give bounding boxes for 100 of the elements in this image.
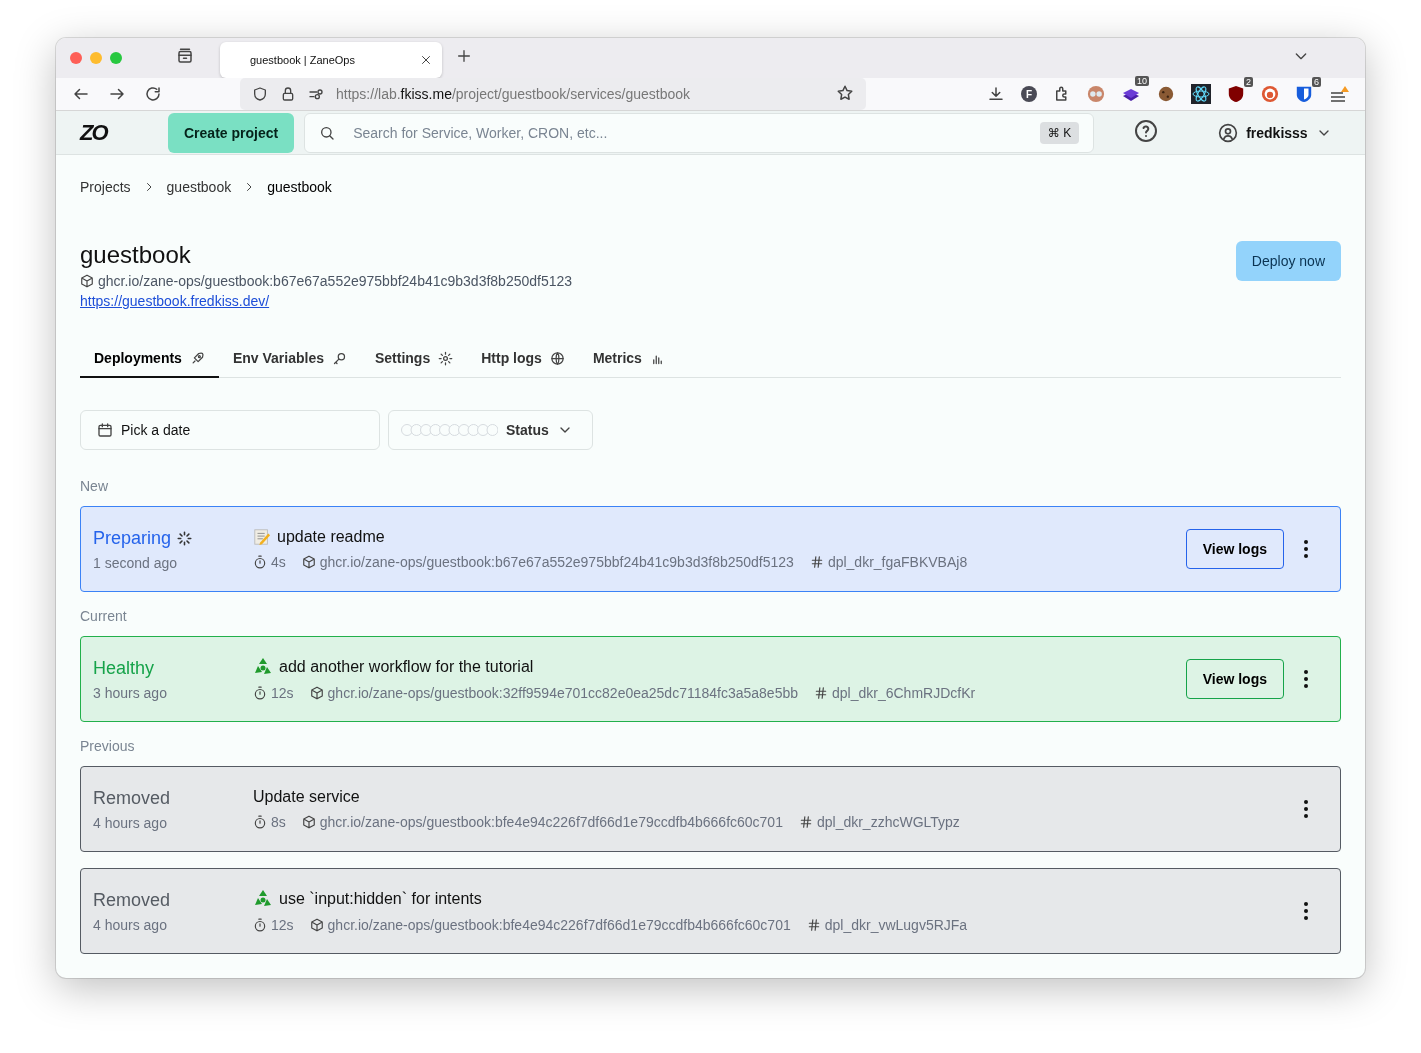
image-name: ghcr.io/zane-ops/guestbook:b67e67a552e975bbf24b41c9b3d3f8b250df5123 (98, 273, 573, 289)
deployment-card[interactable]: Removed 4 hours ago Update service 8s ghcr.io/zane-ops/guestbook:bfe4e94c226f7df66d1e79ccdfb4b666fc60c701 dpl_dkr_zzhcWGLTypz (80, 766, 1341, 852)
tab[interactable]: Env Variables (218, 340, 361, 378)
deployment-status: Removed (93, 889, 171, 911)
more-options-icon[interactable] (1304, 902, 1308, 920)
user-menu[interactable]: fredkisss (1246, 124, 1308, 141)
image-name: ghcr.io/zane-ops/guestbook:bfe4e94c226f7df66d1e79ccdfb4b666fc60c701 (319, 814, 783, 830)
deployment-status: Healthy (93, 657, 155, 679)
section-label: Previous (80, 738, 136, 754)
deployment-status: Preparing (93, 527, 172, 549)
deployment-hash: dpl_dkr_zzhcWGLTypz (816, 814, 960, 830)
badge-count: 10 (1135, 76, 1149, 86)
tab[interactable]: Settings (361, 340, 468, 378)
status-filter[interactable]: Status (388, 410, 593, 450)
tab[interactable]: Metrics (578, 340, 679, 378)
menu-icon[interactable] (1329, 85, 1349, 103)
help-icon (1134, 118, 1159, 143)
tab[interactable]: Deployments (80, 340, 219, 378)
reload-icon (144, 85, 162, 103)
download-icon (987, 85, 1005, 103)
browser-tab[interactable]: guestbook | ZaneOps (220, 42, 442, 78)
more-options-icon[interactable] (1304, 800, 1308, 818)
timer-icon (253, 555, 267, 569)
cookie-icon[interactable] (1157, 85, 1175, 103)
deployment-hash: dpl_dkr_vwLugv5RJFa (824, 917, 968, 933)
deployment-hash: dpl_dkr_6ChmRJDcfKr (832, 685, 976, 701)
lock-icon (280, 86, 296, 102)
deploy-now-button[interactable]: Deploy now (1235, 241, 1341, 281)
duration: 12s (271, 917, 294, 933)
section-label: Current (80, 608, 128, 624)
search-field[interactable]: Search for Service, Worker, CRON, etc... ⌘ K (304, 112, 1095, 153)
package-icon (80, 274, 94, 288)
deployment-card[interactable]: Healthy 3 hours ago add another workflow for the tutorial 12s ghcr.io/zane-ops/guestbook:32ff9594e701cc82e0ea25dc71184fc3a5a8e5bb dpl_dkr_6ChmRJDcfKr View logs (80, 636, 1341, 722)
commit-message: add another workflow for the tutorial (279, 658, 534, 676)
view-logs-button[interactable]: View logs (1185, 659, 1284, 699)
create-project-button[interactable]: Create project (168, 112, 295, 153)
more-options-icon[interactable] (1304, 540, 1308, 558)
address-bar[interactable]: https://lab.fkiss.me/project/guestbook/services/guestbook (240, 78, 866, 110)
duck-icon[interactable] (1261, 85, 1279, 103)
memo-icon (253, 528, 271, 546)
breadcrumb-link[interactable]: Projects (80, 179, 131, 195)
image-name: ghcr.io/zane-ops/guestbook:bfe4e94c226f7df66d1e79ccdfb4b666fc60c701 (327, 917, 791, 933)
duration: 12s (271, 685, 294, 701)
deployment-time: 1 second ago (93, 554, 179, 571)
deployment-hash: dpl_dkr_fgaFBKVBAj8 (827, 554, 968, 570)
image-name: ghcr.io/zane-ops/guestbook:32ff9594e701cc82e0ea25dc71184fc3a5a8e5bb (327, 685, 798, 701)
deployment-time: 4 hours ago (93, 814, 168, 831)
gear-icon (438, 350, 454, 366)
loading-circles-icon (401, 424, 498, 436)
deployment-time: 3 hours ago (93, 684, 168, 701)
shield-icon (252, 86, 268, 102)
image-name: ghcr.io/zane-ops/guestbook:b67e67a552e975bbf24b41c9b3d3f8b250df5123 (319, 554, 794, 570)
globe-icon (549, 350, 565, 366)
hash-icon (809, 555, 824, 569)
badge-count: 2 (1244, 77, 1253, 87)
more-options-icon[interactable] (1304, 670, 1308, 688)
date-picker[interactable]: Pick a date (80, 410, 380, 450)
plus-icon (456, 48, 472, 64)
package-icon (301, 555, 316, 569)
recycle-icon (253, 657, 273, 677)
shield-icon[interactable] (1295, 85, 1313, 103)
deployment-status: Removed (93, 787, 171, 809)
package-icon (309, 686, 324, 700)
atom-icon[interactable] (1191, 84, 1211, 104)
search-icon (319, 124, 336, 141)
badge-count: 6 (1312, 77, 1321, 87)
deployment-card[interactable]: Preparing 1 second ago update readme 4s ghcr.io/zane-ops/guestbook:b67e67a552e975bbf24b41c9b3d3f8b250df5123 dpl_dkr_fgaFBKVBAj8 View logs (80, 506, 1341, 592)
bookmark-star-icon (836, 83, 854, 102)
calendar-icon (97, 422, 113, 438)
recycle-icon (253, 889, 273, 909)
duration: 8s (271, 814, 286, 830)
timer-icon (253, 815, 267, 829)
permissions-icon (308, 86, 324, 102)
timer-icon (253, 918, 267, 932)
tab-overview-icon (176, 47, 194, 65)
breadcrumb-link[interactable]: guestbook (166, 179, 232, 195)
commit-message: update readme (277, 528, 385, 546)
owl-icon[interactable] (1087, 85, 1105, 103)
shield-icon[interactable] (1227, 85, 1245, 103)
duration: 4s (271, 554, 286, 570)
section-label: New (80, 478, 109, 494)
view-logs-button[interactable]: View logs (1185, 529, 1284, 569)
deployment-time: 4 hours ago (93, 916, 168, 933)
user-icon (1218, 122, 1239, 143)
close-window-button[interactable] (70, 52, 82, 64)
close-icon (420, 54, 432, 66)
extension-icon[interactable]: F (1021, 86, 1037, 102)
url-text: https://lab.fkiss.me/project/guestbook/services/guestbook (336, 86, 691, 102)
hash-icon (814, 686, 828, 700)
logo[interactable]: ZO (80, 119, 158, 146)
breadcrumb-link[interactable]: guestbook (267, 179, 332, 195)
timer-icon (253, 686, 267, 700)
package-icon (301, 815, 316, 829)
commit-message: Update service (253, 788, 360, 806)
search-input[interactable]: Search for Service, Worker, CRON, etc... (351, 123, 1024, 142)
hash-icon (806, 918, 821, 932)
service-link[interactable]: https://guestbook.fredkiss.dev/ (80, 293, 270, 309)
tab[interactable]: Http logs (467, 340, 579, 378)
deployment-card[interactable]: Removed 4 hours ago use `input:hidden` for intents 12s ghcr.io/zane-ops/guestbook:bfe4e94c226f7df66d1e79ccdfb4b666fc60c701 dpl_dkr_vwLugv5RJFa (80, 868, 1341, 954)
spinner-icon (177, 530, 193, 546)
